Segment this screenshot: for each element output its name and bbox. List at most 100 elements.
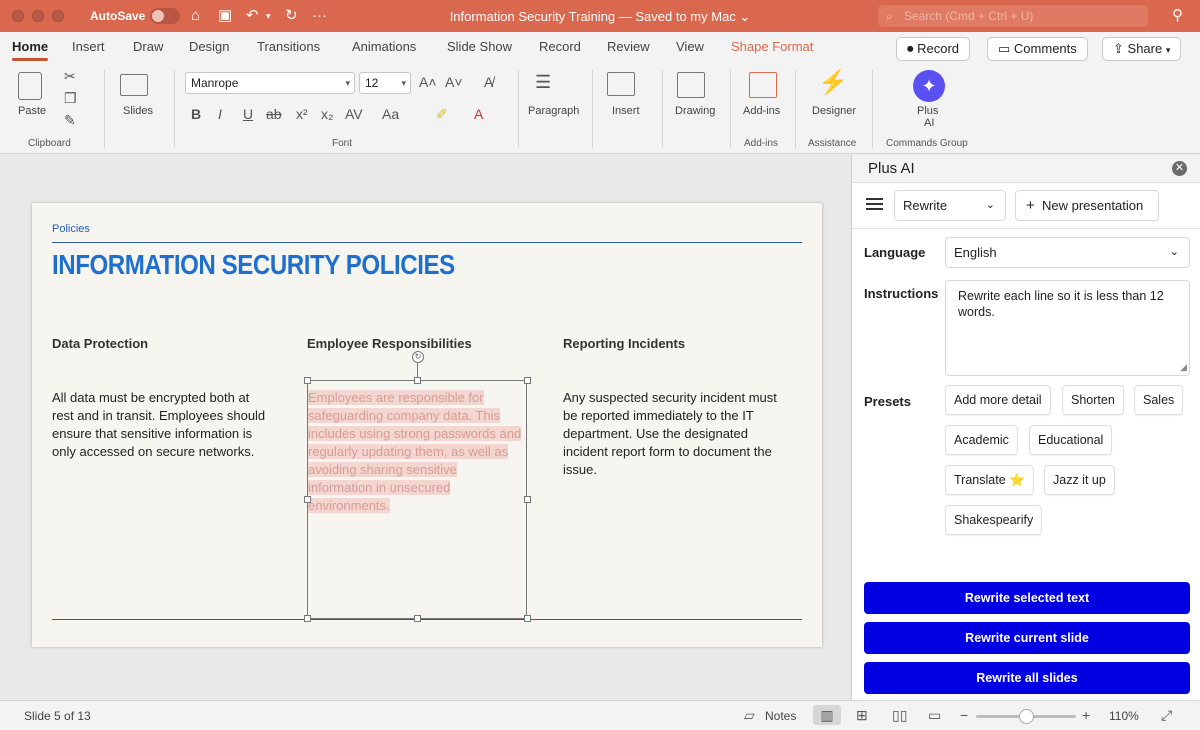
strikethrough-icon[interactable]: ab <box>266 106 282 122</box>
comments-button[interactable]: ▭ Comments <box>987 37 1088 61</box>
notes-button[interactable]: Notes <box>765 709 796 723</box>
character-spacing-icon[interactable]: AV <box>345 106 363 122</box>
resize-handle[interactable] <box>414 377 421 384</box>
reading-view-icon[interactable]: ▯▯ <box>892 707 907 724</box>
slide-canvas[interactable]: Policies INFORMATION SECURITY POLICIES D… <box>32 203 822 647</box>
instructions-label: Instructions <box>864 286 939 301</box>
designer-label[interactable]: Designer <box>812 105 856 117</box>
increase-font-icon[interactable]: A˄ <box>419 74 437 90</box>
zoom-slider-knob[interactable] <box>1019 709 1034 724</box>
tab-shape-format[interactable]: Shape Format <box>731 39 813 54</box>
record-button[interactable]: ⏺ Record <box>896 37 971 61</box>
resize-handle[interactable] <box>304 615 311 622</box>
column-body-data-protection[interactable]: All data must be encrypted both at rest … <box>52 389 272 461</box>
mode-select[interactable]: Rewrite ⌄ <box>894 190 1006 221</box>
share-button[interactable]: ⇪ Share ▾ <box>1102 37 1182 61</box>
plus-ai-label-line1[interactable]: Plus <box>917 105 938 117</box>
tab-view[interactable]: View <box>676 39 704 54</box>
paragraph-icon[interactable]: ☰ <box>535 72 551 93</box>
paste-icon[interactable] <box>18 72 42 100</box>
designer-icon[interactable]: ⚡ <box>818 68 848 97</box>
font-color-icon[interactable]: A <box>474 106 483 122</box>
close-icon[interactable]: ✕ <box>1172 161 1187 176</box>
search-input[interactable]: ⌕ Search (Cmd + Ctrl + U) <box>878 5 1148 27</box>
preset-educational[interactable]: Educational <box>1029 425 1113 455</box>
rewrite-current-slide-button[interactable]: Rewrite current slide <box>864 622 1190 654</box>
font-name-select[interactable]: Manrope ▾ <box>185 72 355 94</box>
preset-shakespearify[interactable]: Shakespearify <box>945 505 1043 535</box>
menu-icon[interactable] <box>866 198 883 210</box>
decrease-font-icon[interactable]: A˅ <box>445 74 463 90</box>
tab-record[interactable]: Record <box>539 39 581 54</box>
instructions-textarea[interactable]: Rewrite each line so it is less than 12 … <box>945 280 1190 376</box>
tab-review[interactable]: Review <box>607 39 650 54</box>
subscript-icon[interactable]: x₂ <box>321 106 333 122</box>
preset-add-more-detail[interactable]: Add more detail <box>945 385 1051 415</box>
column-heading-data-protection[interactable]: Data Protection <box>52 336 148 351</box>
tab-draw[interactable]: Draw <box>133 39 163 54</box>
rewrite-selected-text-button[interactable]: Rewrite selected text <box>864 582 1190 614</box>
addins-button-label[interactable]: Add-ins <box>743 105 780 117</box>
resize-grip-icon[interactable]: ◢ <box>1180 359 1187 375</box>
change-case-icon[interactable]: Aa <box>382 106 399 122</box>
resize-handle[interactable] <box>524 615 531 622</box>
preset-sales[interactable]: Sales <box>1134 385 1184 415</box>
bold-icon[interactable]: B <box>191 106 201 122</box>
preset-translate[interactable]: Translate ⭐ <box>945 465 1034 495</box>
paragraph-label[interactable]: Paragraph <box>528 105 579 117</box>
resize-handle[interactable] <box>524 496 531 503</box>
insert-shape-icon[interactable] <box>607 72 635 96</box>
column-heading-reporting-incidents[interactable]: Reporting Incidents <box>563 336 685 351</box>
paste-label[interactable]: Paste <box>18 105 46 117</box>
resize-handle[interactable] <box>304 496 311 503</box>
share-feedback-icon[interactable]: ⚲ <box>1172 6 1183 26</box>
plus-ai-label-line2[interactable]: AI <box>924 117 934 129</box>
preset-academic[interactable]: Academic <box>945 425 1018 455</box>
notes-icon[interactable]: ▱ <box>744 707 755 724</box>
addins-icon[interactable] <box>749 72 777 98</box>
fit-to-window-icon[interactable]: ⤢ <box>1161 707 1172 724</box>
normal-view-icon[interactable]: ▥ <box>813 705 841 725</box>
cut-icon[interactable]: ✂ <box>64 68 76 85</box>
new-presentation-button[interactable]: + New presentation <box>1015 190 1159 221</box>
slide-sorter-icon[interactable]: ⊞ <box>856 707 868 724</box>
preset-jazz-it-up[interactable]: Jazz it up <box>1044 465 1115 495</box>
presenter-view-icon[interactable]: ▭ <box>928 707 941 724</box>
clear-formatting-icon[interactable]: A̸ <box>484 74 493 90</box>
zoom-out-icon[interactable]: − <box>960 707 968 723</box>
underline-icon[interactable]: U <box>243 106 253 122</box>
tab-animations[interactable]: Animations <box>352 39 416 54</box>
resize-handle[interactable] <box>414 615 421 622</box>
rewrite-all-slides-button[interactable]: Rewrite all slides <box>864 662 1190 694</box>
tab-design[interactable]: Design <box>189 39 229 54</box>
rotate-handle-icon[interactable]: ↻ <box>412 351 424 363</box>
slide-section-label[interactable]: Policies <box>52 223 90 235</box>
copy-icon[interactable]: ❐ <box>64 90 77 107</box>
tab-transitions[interactable]: Transitions <box>257 39 320 54</box>
font-size-select[interactable]: 12 ▾ <box>359 72 411 94</box>
resize-handle[interactable] <box>304 377 311 384</box>
slide-title[interactable]: INFORMATION SECURITY POLICIES <box>52 249 455 281</box>
zoom-level[interactable]: 110% <box>1109 709 1139 723</box>
drawing-icon[interactable] <box>677 72 705 98</box>
format-painter-icon[interactable]: ✎ <box>64 112 76 129</box>
slides-layout-icon[interactable] <box>120 74 148 96</box>
slides-label[interactable]: Slides <box>123 105 153 117</box>
highlight-icon[interactable]: ✐ <box>436 106 448 123</box>
superscript-icon[interactable]: x² <box>296 106 308 122</box>
insert-label[interactable]: Insert <box>612 105 640 117</box>
drawing-label[interactable]: Drawing <box>675 105 715 117</box>
plus-ai-icon[interactable]: ✦ <box>913 70 945 102</box>
tab-slide-show[interactable]: Slide Show <box>447 39 512 54</box>
text-box-selection[interactable] <box>307 380 527 619</box>
italic-icon[interactable]: I <box>218 106 222 122</box>
zoom-in-icon[interactable]: + <box>1082 707 1090 723</box>
language-label: Language <box>864 245 926 260</box>
tab-insert[interactable]: Insert <box>72 39 105 54</box>
resize-handle[interactable] <box>524 377 531 384</box>
language-select[interactable]: English ⌄ <box>945 237 1190 268</box>
preset-shorten[interactable]: Shorten <box>1062 385 1124 415</box>
tab-home[interactable]: Home <box>12 39 49 61</box>
column-heading-employee-responsibilities[interactable]: Employee Responsibilities <box>307 336 472 351</box>
column-body-reporting-incidents[interactable]: Any suspected security incident must be … <box>563 389 788 479</box>
